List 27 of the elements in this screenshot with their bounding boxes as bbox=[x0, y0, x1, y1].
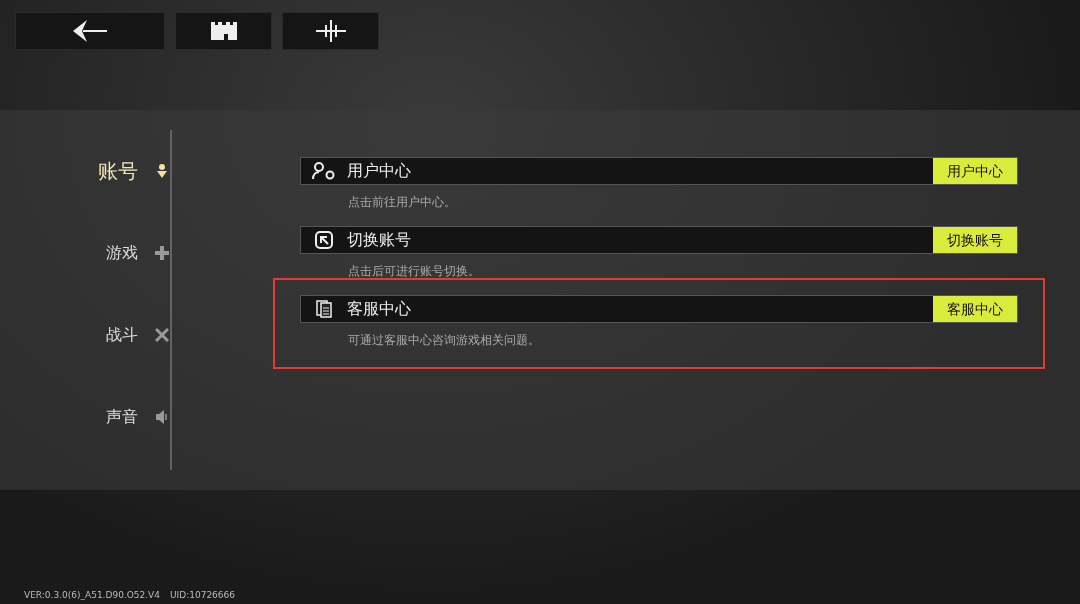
person-icon bbox=[157, 164, 167, 178]
dpad-icon bbox=[155, 246, 169, 260]
toolbar-button[interactable] bbox=[282, 12, 379, 50]
setting-description: 点击前往用户中心。 bbox=[347, 194, 456, 211]
sidebar-tab[interactable]: 游戏 bbox=[106, 240, 138, 266]
sidebar-tab[interactable]: 声音 bbox=[106, 404, 138, 430]
action-button[interactable]: 用户中心 bbox=[933, 158, 1017, 184]
setting-title: 用户中心 bbox=[347, 160, 412, 182]
version-text: VER:0.3.0(6)_A51.D90.O52.V4 bbox=[24, 588, 160, 602]
setting-title: 客服中心 bbox=[347, 298, 412, 320]
uid-text: UID:10726666 bbox=[170, 588, 235, 602]
speaker-icon bbox=[156, 410, 168, 424]
switch-account-icon bbox=[315, 231, 333, 249]
setting-description: 点击后可进行账号切换。 bbox=[347, 263, 480, 280]
setting-description: 可通过客服中心咨询游戏相关问题。 bbox=[347, 332, 540, 349]
action-button[interactable]: 切换账号 bbox=[933, 227, 1017, 253]
castle-icon bbox=[210, 22, 237, 40]
back-arrow-icon bbox=[73, 20, 107, 42]
toolbar-button[interactable] bbox=[175, 12, 272, 50]
sidebar-tab[interactable]: 账号 bbox=[98, 158, 138, 184]
action-button[interactable]: 客服中心 bbox=[933, 296, 1017, 322]
setting-title: 切换账号 bbox=[347, 229, 412, 251]
back-button[interactable] bbox=[15, 12, 165, 50]
document-icon bbox=[316, 300, 332, 318]
crossed-swords-icon bbox=[155, 328, 169, 342]
waveform-icon bbox=[315, 20, 346, 42]
sidebar-tab[interactable]: 战斗 bbox=[106, 322, 138, 348]
